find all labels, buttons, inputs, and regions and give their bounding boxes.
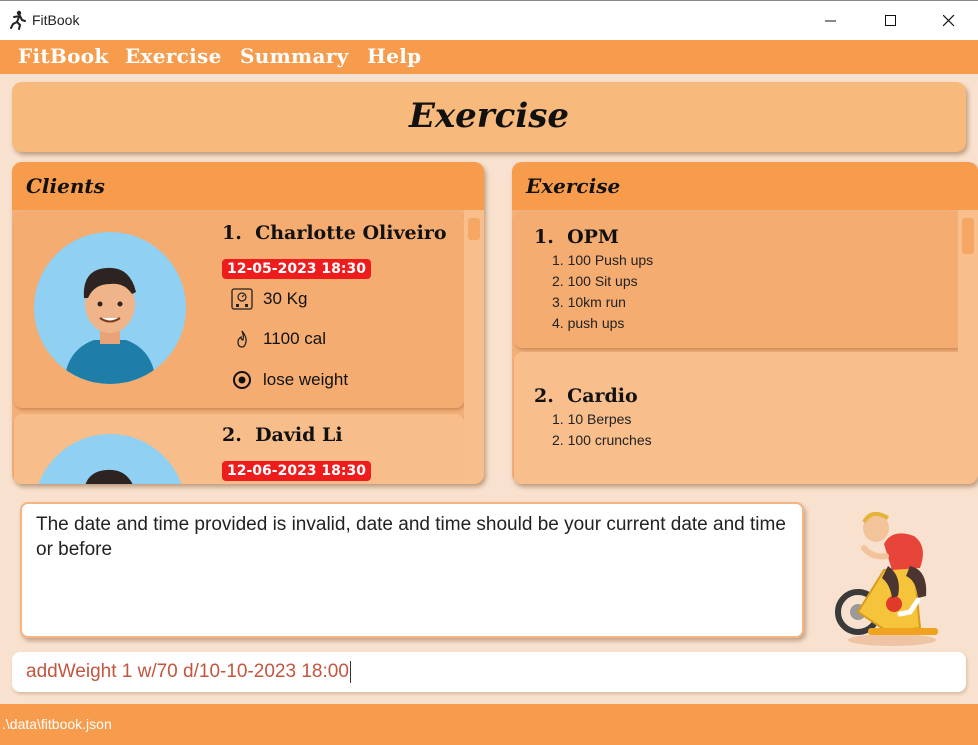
client-date-badge: 12-05-2023 18:30 (222, 259, 371, 279)
exercise-panel-title: Exercise (526, 174, 621, 198)
exercise-item: 3. 10km run (552, 294, 626, 310)
client-calories: 1100 cal (263, 329, 327, 348)
exercise-routine-name: 2. Cardio (534, 385, 638, 407)
status-bar: .\data\fitbook.json (0, 704, 978, 745)
close-icon (943, 15, 955, 27)
client-weight: 30 Kg (263, 289, 308, 308)
window-title: FitBook (32, 12, 80, 28)
exercise-item-list: 1. 100 Push ups 2. 100 Sit ups 3. 10km r… (552, 250, 653, 334)
client-name: 1. Charlotte Oliveiro (222, 222, 447, 244)
maximize-icon (885, 15, 896, 26)
page-header: Exercise (12, 82, 966, 152)
client-goal: lose weight (263, 370, 349, 389)
exercise-item: 2. 100 crunches (552, 432, 652, 448)
client-calories-row: 1100 cal (229, 326, 326, 352)
exercise-item: 1. 100 Push ups (552, 252, 654, 268)
clients-panel-title: Clients (26, 174, 105, 198)
exercise-item: 4. push ups (552, 315, 625, 331)
minimize-icon (825, 20, 836, 22)
command-input-value[interactable]: addWeight 1 w/70 d/10-10-2023 18:00 (26, 661, 351, 683)
client-goal-row: lose weight (229, 367, 348, 393)
clients-panel: Clients 1. Charlotte Oliveiro 12-05-2023… (12, 162, 484, 484)
client-weight-row: 30 Kg (229, 286, 307, 312)
target-icon (229, 367, 255, 393)
flame-icon (229, 326, 255, 352)
command-input[interactable]: addWeight 1 w/70 d/10-10-2023 18:00 (12, 652, 966, 692)
menu-exercise[interactable]: Exercise (125, 44, 222, 68)
client-card[interactable]: 2. David Li 12-06-2023 18:30 (14, 414, 464, 484)
exercise-scrollbar[interactable] (958, 210, 978, 484)
exercise-routine-name: 1. OPM (534, 226, 619, 248)
maximize-button[interactable] (868, 1, 914, 41)
close-button[interactable] (926, 1, 972, 41)
menu-bar: FitBook Exercise Summary Help (0, 40, 978, 74)
avatar (34, 232, 186, 384)
exercise-item: 1. 10 Berpes (552, 411, 632, 427)
menu-fitbook[interactable]: FitBook (18, 44, 109, 68)
menu-help[interactable]: Help (367, 44, 421, 68)
exercise-item: 2. 100 Sit ups (552, 273, 638, 289)
minimize-button[interactable] (808, 1, 854, 41)
exercise-scroll-thumb[interactable] (962, 218, 974, 254)
window-titlebar: FitBook (0, 0, 978, 40)
runner-icon (10, 10, 26, 30)
result-display: The date and time provided is invalid, d… (20, 502, 804, 638)
status-file-path: .\data\fitbook.json (2, 716, 112, 732)
exercise-panel-header: Exercise (512, 162, 978, 210)
client-date-badge: 12-06-2023 18:30 (222, 461, 371, 481)
cyclist-mascot-image (835, 511, 938, 646)
avatar (38, 434, 182, 484)
text-caret (349, 661, 351, 683)
menu-summary[interactable]: Summary (240, 44, 349, 68)
clients-panel-header: Clients (12, 162, 484, 210)
exercise-card[interactable]: 1. OPM 1. 100 Push ups 2. 100 Sit ups 3.… (514, 212, 964, 348)
scale-icon (229, 286, 255, 312)
page-title: Exercise (408, 96, 570, 136)
exercise-panel: Exercise 1. OPM 1. 100 Push ups 2. 100 S… (512, 162, 978, 484)
exercise-item-list: 1. 10 Berpes 2. 100 crunches (552, 409, 652, 451)
exercise-card[interactable]: 2. Cardio 1. 10 Berpes 2. 100 crunches (514, 352, 964, 484)
client-card[interactable]: 1. Charlotte Oliveiro 12-05-2023 18:30 3… (14, 212, 464, 408)
client-name: 2. David Li (222, 424, 343, 446)
clients-scrollbar[interactable] (464, 210, 484, 484)
clients-scroll-thumb[interactable] (468, 218, 480, 240)
